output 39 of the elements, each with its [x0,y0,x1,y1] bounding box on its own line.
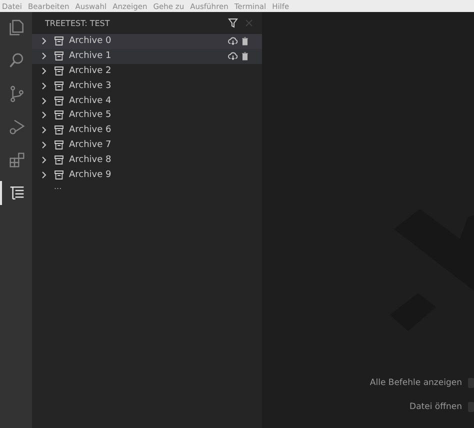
archive-icon [54,170,64,180]
tree-item-label: Archive 9 [69,170,112,180]
archive-icon [54,140,64,150]
trash-icon[interactable] [240,51,250,62]
trash-icon[interactable] [240,36,250,46]
tree-item[interactable]: Archive 3 [32,78,262,94]
tree-item-label: Archive 2 [69,66,112,76]
tree-item[interactable]: Archive 8 [32,152,262,168]
editor-hint: Datei öffnen [410,402,462,412]
archive-icon [54,110,64,120]
tree-item-label: Archive 6 [69,125,112,136]
tree-item-label: Archive 0 [69,36,112,46]
tree-item[interactable]: Archive 9 [32,167,262,182]
archive-icon [54,66,64,76]
archive-icon [54,125,64,136]
archive-icon [54,96,64,106]
archive-icon [54,154,64,165]
tree-item-label: Archive 3 [69,80,112,91]
sidebar-title: TREETEST: TEST [45,18,111,28]
filter-icon[interactable] [228,18,238,28]
tree-item-label: Archive 8 [69,154,112,165]
tree-item[interactable]: Archive 5 [32,108,262,123]
archive-icon [54,36,64,46]
tree-item[interactable]: Archive 7 [32,138,262,152]
archive-icon [54,80,64,91]
tree-item-label: Archive 4 [69,96,112,106]
tree-item[interactable]: Archive 6 [32,122,262,138]
tree-item[interactable]: Archive 1 [32,48,262,64]
cloud-download-icon[interactable] [228,36,238,46]
cloud-download-icon[interactable] [228,51,238,62]
tree-item[interactable]: Archive 0 [32,34,262,49]
archive-icon [54,51,64,62]
tree-item[interactable]: Archive 4 [32,93,262,108]
editor-hint: Alle Befehle anzeigen [370,378,462,388]
more-indicator: ... [53,182,63,193]
tree-item-label: Archive 5 [69,110,112,120]
tree-item-label: Archive 1 [69,51,112,62]
tree-item[interactable]: Archive 2 [32,64,262,78]
tree-item-label: Archive 7 [69,140,112,150]
